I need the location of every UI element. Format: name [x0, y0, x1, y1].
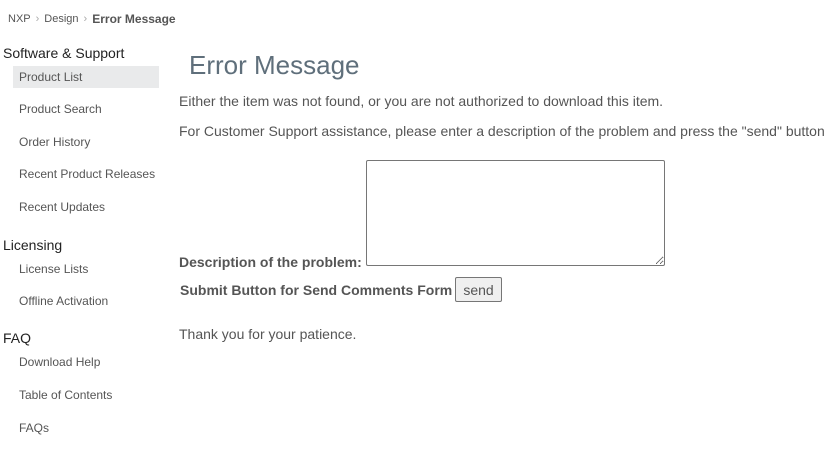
breadcrumb-chevron-icon: › [35, 13, 40, 25]
breadcrumb-item-design[interactable]: Design [44, 13, 78, 25]
sidebar-item-table-of-contents[interactable]: Table of Contents [13, 384, 159, 406]
thank-you-text: Thank you for your patience. [179, 326, 357, 342]
sidebar-item-product-search[interactable]: Product Search [13, 98, 159, 120]
problem-description-textarea[interactable] [366, 160, 665, 266]
breadcrumb-chevron-icon: › [83, 13, 88, 25]
sidebar-item-offline-activation[interactable]: Offline Activation [13, 290, 159, 312]
sidebar-item-faqs[interactable]: FAQs [13, 417, 159, 439]
sidebar-item-download-help[interactable]: Download Help [13, 351, 159, 373]
sidebar-item-recent-product-releases[interactable]: Recent Product Releases [13, 163, 159, 185]
breadcrumb: NXP › Design › Error Message [8, 12, 176, 26]
page: NXP › Design › Error Message Software & … [0, 0, 825, 471]
sidebar-item-order-history[interactable]: Order History [13, 131, 159, 153]
sidebar-heading-licensing: Licensing [3, 237, 63, 253]
sidebar-heading-software-support: Software & Support [3, 45, 125, 61]
breadcrumb-current: Error Message [92, 12, 176, 26]
sidebar-item-license-lists[interactable]: License Lists [13, 258, 159, 280]
sidebar-item-recent-updates[interactable]: Recent Updates [13, 196, 159, 218]
error-message-text: Either the item was not found, or you ar… [179, 93, 664, 109]
support-instructions-text: For Customer Support assistance, please … [179, 123, 825, 139]
breadcrumb-item-nxp[interactable]: NXP [8, 13, 31, 25]
sidebar-item-product-list[interactable]: Product List [13, 66, 159, 88]
send-button[interactable]: send [455, 277, 502, 302]
sidebar-heading-faq: FAQ [3, 330, 32, 346]
description-label: Description of the problem: [179, 254, 362, 270]
page-title: Error Message [189, 50, 360, 80]
submit-label: Submit Button for Send Comments Form [180, 282, 453, 298]
